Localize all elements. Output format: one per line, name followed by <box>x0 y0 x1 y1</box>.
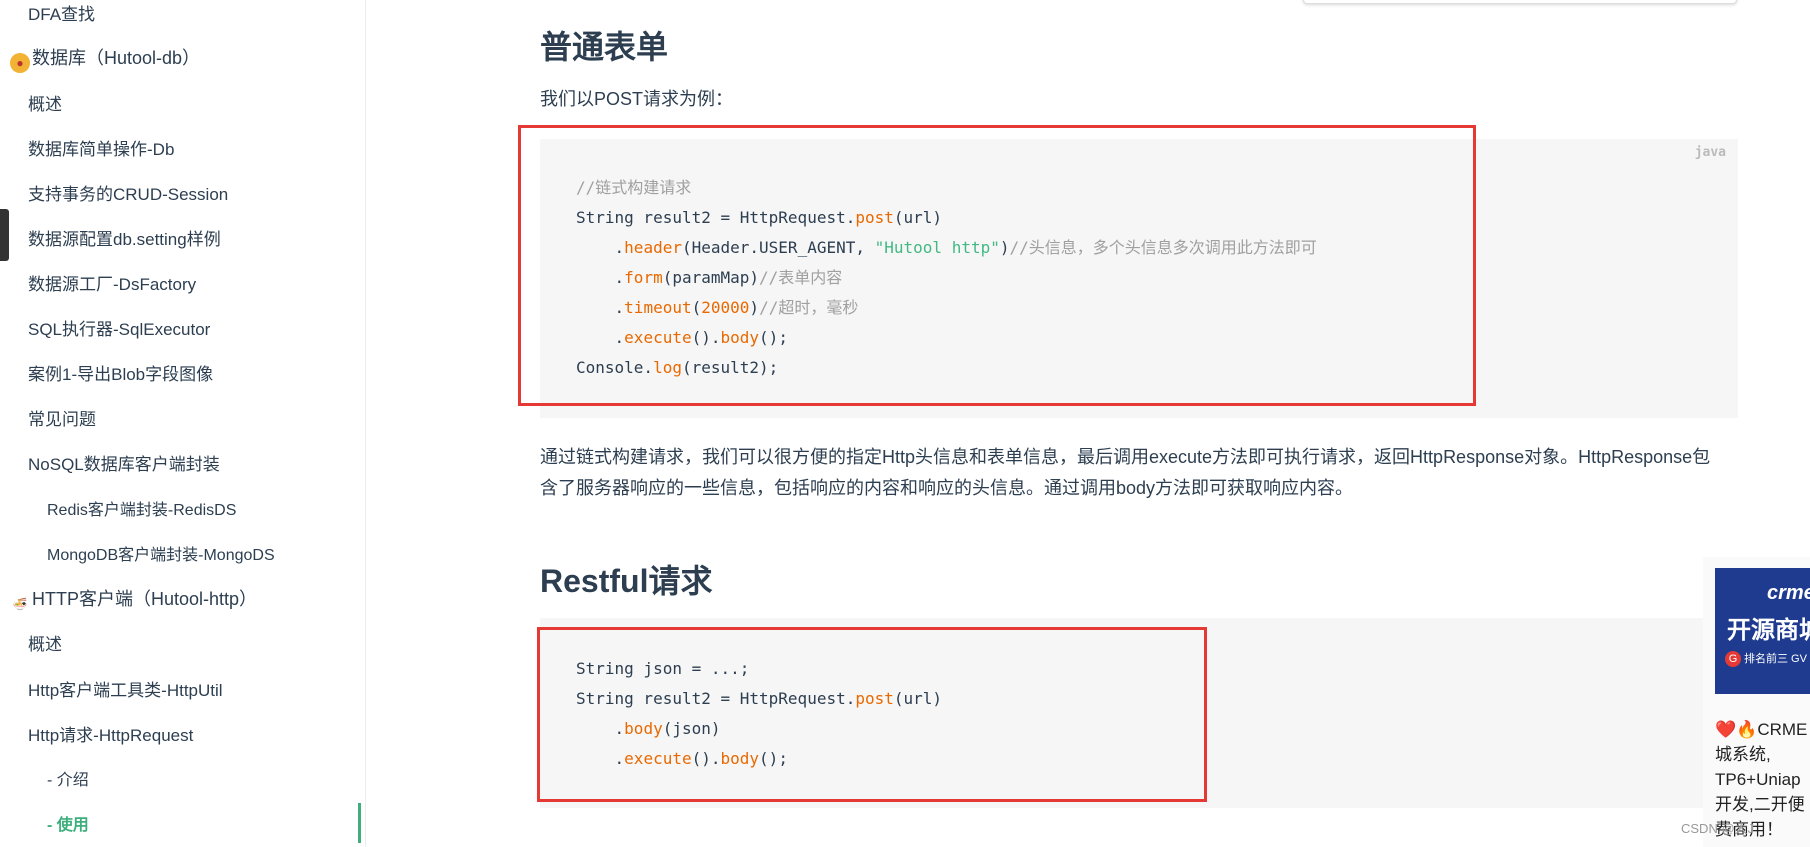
sidebar-item-nosql[interactable]: NoSQL数据库客户端封装 <box>28 450 220 475</box>
bowl-icon: 🍜 <box>10 594 30 614</box>
section-title-form: 普通表单 <box>540 29 669 65</box>
sidebar-item-http-overview[interactable]: 概述 <box>28 630 62 655</box>
database-icon: ● <box>10 53 30 73</box>
sidebar-item-dsfactory[interactable]: 数据源工厂-DsFactory <box>28 270 196 295</box>
sidebar-item-crud-session[interactable]: 支持事务的CRUD-Session <box>28 180 228 205</box>
section-title-restful: Restful请求 <box>540 563 713 599</box>
sidebar-item-httprequest[interactable]: Http请求-HttpRequest <box>28 721 193 746</box>
sidebar-item-faq[interactable]: 常见问题 <box>28 405 96 430</box>
ad-tagline-text: 排名前三 GV <box>1744 653 1807 665</box>
sidebar-item-sqlexecutor[interactable]: SQL执行器-SqlExecutor <box>28 315 210 340</box>
ad-tagline: G 排名前三 GV <box>1725 650 1807 667</box>
sidebar-item-redis[interactable]: Redis客户端封装-RedisDS <box>47 496 236 520</box>
sidebar-item-usage[interactable]: - 使用 <box>47 811 89 835</box>
ad-text-line: 城系统, <box>1715 745 1771 764</box>
sidebar-item-mongodb[interactable]: MongoDB客户端封装-MongoDS <box>47 541 275 565</box>
section-intro: 我们以POST请求为例： <box>540 89 734 109</box>
sidebar-item-dfa[interactable]: DFA查找 <box>28 0 95 25</box>
sidebar-item-db-overview[interactable]: 概述 <box>28 90 62 115</box>
code-language-label: java <box>1694 145 1726 160</box>
sidebar-handle[interactable] <box>0 209 9 261</box>
ad-banner[interactable]: crme 开源商城 G排名前三 GV <box>1715 568 1810 694</box>
dropdown-popup-edge <box>1303 0 1737 4</box>
sidebar-item-blob-example[interactable]: 案例1-导出Blob字段图像 <box>28 360 213 385</box>
sidebar-item-httputil[interactable]: Http客户端工具类-HttpUtil <box>28 676 223 701</box>
ad-brand: crme <box>1767 582 1810 604</box>
ad-text-line: 开发,二开便 <box>1715 795 1805 814</box>
sidebar-group-http[interactable]: 🍜 HTTP客户端（Hutool-http） <box>10 585 257 614</box>
sidebar-item-intro[interactable]: - 介绍 <box>47 766 89 790</box>
description-line: 通过链式构建请求，我们可以很方便的指定Http头信息和表单信息，最后调用exec… <box>540 447 1711 467</box>
description-line: 含了服务器响应的一些信息，包括响应的内容和响应的头信息。通过调用body方法即可… <box>540 478 1354 498</box>
sidebar-group-db[interactable]: ● 数据库（Hutool-db） <box>10 44 200 73</box>
ad-text-line: TP6+Uniap <box>1715 770 1801 789</box>
sidebar-item-db-setting[interactable]: 数据源配置db.setting样例 <box>28 225 221 250</box>
section-description: 通过链式构建请求，我们可以很方便的指定Http头信息和表单信息，最后调用exec… <box>540 442 1740 504</box>
watermark: CSDN @大J <box>1681 821 1755 836</box>
sidebar-item-db-simple[interactable]: 数据库简单操作-Db <box>28 135 174 160</box>
sidebar: DFA查找 ● 数据库（Hutool-db） 概述 数据库简单操作-Db 支持事务… <box>0 0 366 847</box>
ad-headline: 开源商城 <box>1727 617 1810 644</box>
sidebar-group-label: 数据库（Hutool-db） <box>32 48 201 68</box>
ad-text-line: ❤️🔥CRME <box>1715 720 1808 739</box>
gitee-icon: G <box>1725 651 1741 667</box>
highlight-box-form-code <box>518 125 1476 406</box>
highlight-box-restful-code <box>537 627 1207 802</box>
sidebar-group-label: HTTP客户端（Hutool-http） <box>32 589 258 609</box>
active-indicator <box>358 803 361 843</box>
